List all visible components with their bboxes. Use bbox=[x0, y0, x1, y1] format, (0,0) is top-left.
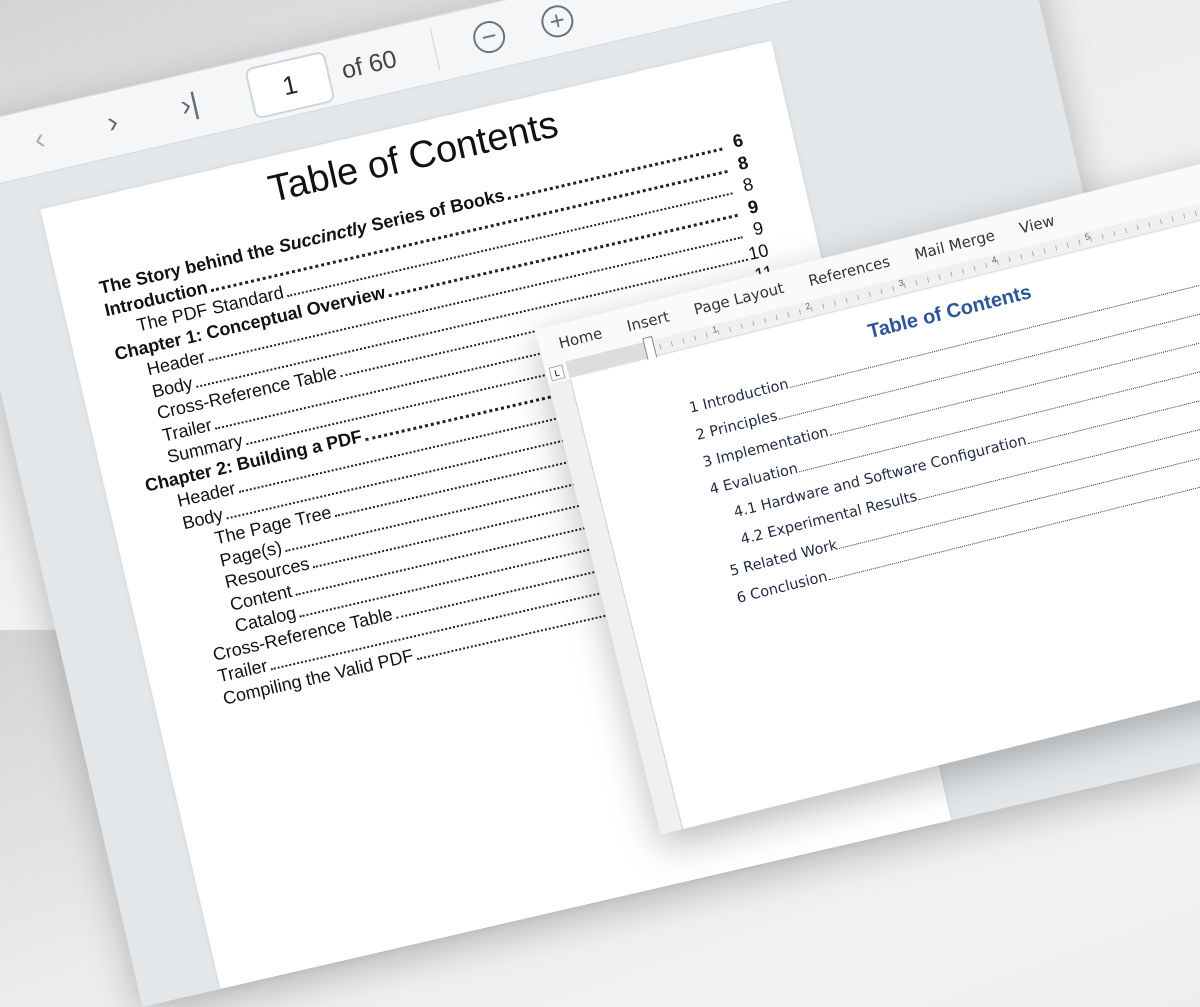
toc-page-number: 8 bbox=[735, 151, 751, 174]
tab-stop-icon[interactable]: L bbox=[548, 364, 566, 382]
menu-tab-insert[interactable]: Insert bbox=[625, 307, 671, 335]
minus-circle-icon[interactable]: − bbox=[469, 17, 509, 57]
toolbar-divider bbox=[429, 28, 441, 72]
ruler-number: 3 bbox=[897, 277, 905, 289]
ruler-number: 4 bbox=[990, 254, 998, 266]
page-count-label: of 60 bbox=[338, 44, 400, 85]
menu-tab-view[interactable]: View bbox=[1018, 211, 1057, 237]
ruler-number: 5 bbox=[1083, 231, 1091, 243]
chevron-left-icon[interactable]: ‹ bbox=[31, 122, 48, 156]
page-number-input[interactable]: 1 bbox=[244, 50, 336, 120]
chevron-right-icon[interactable]: › bbox=[104, 105, 121, 139]
toc-page-number: 9 bbox=[750, 217, 766, 240]
toc-page-number: 10 bbox=[746, 239, 771, 264]
toc-page-number: 6 bbox=[730, 129, 745, 152]
plus-circle-icon[interactable]: + bbox=[538, 2, 577, 41]
ruler-number: 2 bbox=[804, 300, 812, 312]
toc-page-number: 9 bbox=[745, 195, 761, 218]
toc-page-number: 8 bbox=[740, 173, 756, 196]
menu-tab-home[interactable]: Home bbox=[557, 324, 604, 352]
last-page-icon[interactable]: ›| bbox=[177, 87, 202, 123]
ruler-number: 1 bbox=[711, 324, 719, 335]
